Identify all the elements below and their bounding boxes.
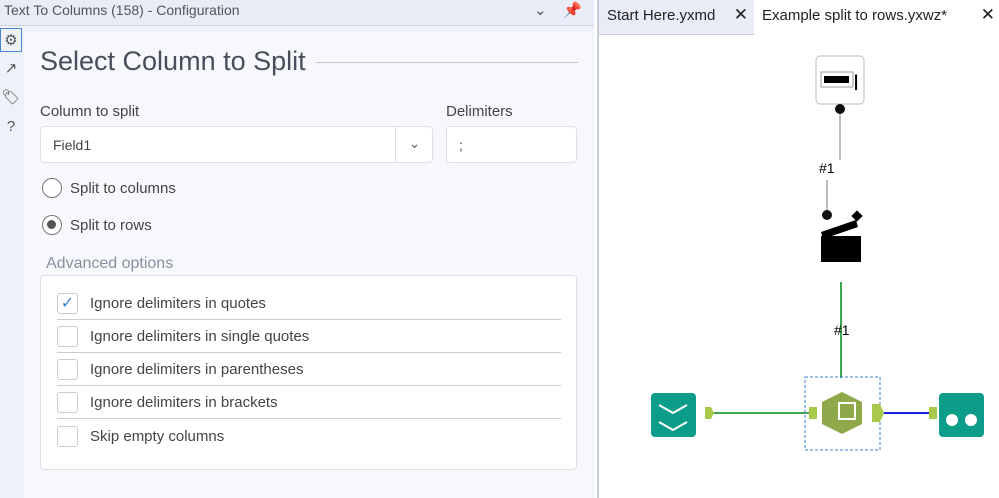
column-value: Field1	[53, 137, 92, 153]
svg-text:I: I	[853, 70, 859, 95]
advanced-options: ✓ Ignore delimiters in quotes Ignore deli…	[40, 275, 577, 470]
page-title: Select Column to Split	[40, 46, 306, 76]
input-tool-icon	[651, 393, 696, 437]
tag-icon[interactable]: 🏷	[0, 86, 22, 110]
connection-label: #1	[834, 322, 850, 338]
question-anchor-icon	[822, 210, 832, 220]
checkbox[interactable]	[57, 425, 78, 447]
checkbox[interactable]: ✓	[57, 293, 78, 314]
option-label: Ignore delimiters in parentheses	[90, 361, 304, 378]
radio-split-rows[interactable]: Split to rows	[42, 215, 152, 235]
option-parentheses[interactable]: Ignore delimiters in parentheses	[57, 354, 561, 386]
option-label: Ignore delimiters in brackets	[90, 394, 278, 411]
tab-start-here[interactable]: Start Here.yxmd ✕	[599, 0, 754, 35]
option-label: Ignore delimiters in single quotes	[90, 328, 310, 345]
question-anchor-icon	[835, 104, 845, 114]
option-label: Skip empty columns	[90, 427, 225, 445]
gear-icon[interactable]: ⚙	[0, 28, 22, 52]
browse-tool-icon	[939, 393, 984, 437]
checkbox[interactable]	[57, 392, 78, 413]
column-select[interactable]: Field1 ⌄	[40, 126, 433, 163]
tab-example-split[interactable]: Example split to rows.yxwz* ✕	[754, 0, 999, 35]
option-single-quotes[interactable]: Ignore delimiters in single quotes	[57, 321, 561, 353]
side-rail: ⚙ ↗ 🏷 ?	[0, 28, 24, 498]
checkbox[interactable]	[57, 359, 78, 380]
delimiters-label: Delimiters	[446, 103, 513, 120]
connection-icon[interactable]: ↗	[0, 57, 22, 81]
column-label: Column to split	[40, 103, 140, 120]
close-icon[interactable]: ✕	[981, 5, 995, 25]
workflow-canvas[interactable]: I	[599, 0, 999, 498]
chevron-down-icon[interactable]: ⌄	[395, 127, 433, 162]
option-quotes[interactable]: ✓ Ignore delimiters in quotes	[57, 288, 561, 320]
configuration-panel: Text To Columns (158) - Configuration ⌄ …	[0, 0, 594, 498]
divider	[316, 62, 578, 63]
tab-label: Example split to rows.yxwz*	[762, 7, 948, 24]
config-body: Select Column to Split Column to split F…	[24, 32, 592, 498]
option-brackets[interactable]: Ignore delimiters in brackets	[57, 387, 561, 419]
delimiters-input[interactable]: ;	[446, 126, 577, 163]
radio-label: Split to rows	[70, 216, 152, 234]
text-box-tool-icon: I	[815, 55, 865, 105]
option-skip-empty[interactable]: Skip empty columns	[57, 420, 561, 452]
panel-titlebar: Text To Columns (158) - Configuration ⌄ …	[0, 0, 594, 26]
workflow-area: I #1 #1 Start Here.yxmd ✕ Example split t…	[597, 0, 999, 498]
radio-label: Split to columns	[70, 179, 176, 197]
checkbox[interactable]	[57, 326, 78, 347]
tab-label: Start Here.yxmd	[607, 7, 716, 24]
connection-label: #1	[819, 160, 835, 176]
close-icon[interactable]: ✕	[734, 5, 748, 25]
advanced-title: Advanced options	[46, 255, 174, 272]
help-icon[interactable]: ?	[0, 115, 22, 139]
option-label: Ignore delimiters in quotes	[90, 295, 266, 312]
pin-icon[interactable]: 📌	[563, 1, 582, 19]
radio-split-columns[interactable]: Split to columns	[42, 178, 176, 198]
panel-title: Text To Columns (158) - Configuration	[4, 2, 240, 18]
chevron-down-icon[interactable]: ⌄	[534, 1, 547, 19]
